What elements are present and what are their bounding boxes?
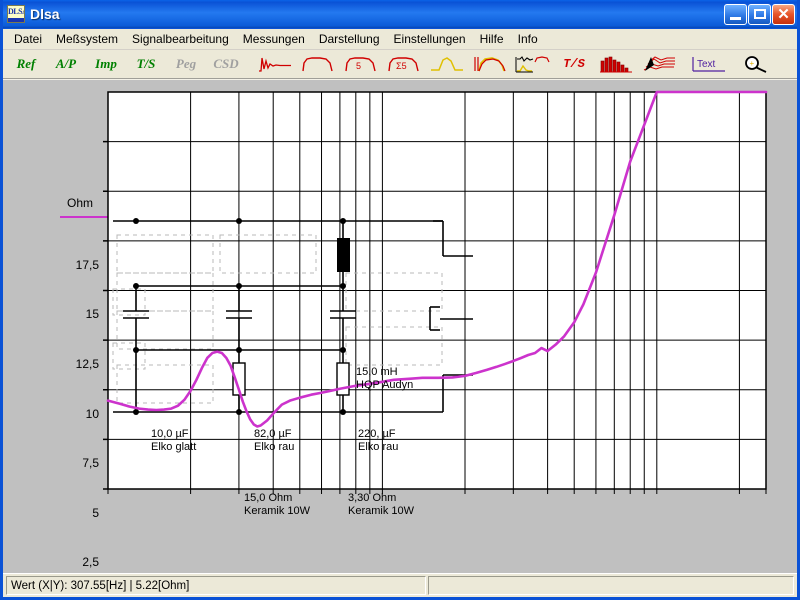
close-icon: ✕ bbox=[777, 5, 790, 23]
menu-messungen[interactable]: Messungen bbox=[236, 30, 312, 48]
csd-button-label: CSD bbox=[213, 56, 239, 71]
menu-bar: Datei Meßsystem Signalbearbeitung Messun… bbox=[3, 29, 797, 50]
dlsa-app-icon: DLSA bbox=[7, 5, 25, 23]
ref-button-label: Ref bbox=[16, 56, 36, 71]
svg-text:+: + bbox=[749, 59, 754, 68]
y-tick-label: 12,5 bbox=[75, 356, 99, 371]
ref-button[interactable]: Ref bbox=[7, 52, 45, 76]
y-tick-label: 15 bbox=[85, 307, 99, 322]
capacitor-c1-value: 10,0 µF bbox=[151, 428, 189, 440]
ap-button[interactable]: A/P bbox=[47, 52, 85, 76]
toolbar: Ref A/P Imp T/S Peg CSD 5 Σ5 T/S Text + bbox=[3, 50, 797, 80]
capacitor-c2-label: 82,0 µF Elko rau bbox=[254, 428, 294, 454]
capacitor-c2-type: Elko rau bbox=[254, 441, 295, 453]
status-bar: Wert (X|Y): 307.55[Hz] | 5.22[Ohm] bbox=[3, 573, 797, 597]
y-tick-label: 2,5 bbox=[82, 555, 99, 570]
ts-button-label: T/S bbox=[136, 56, 156, 71]
client-area: Datei Meßsystem Signalbearbeitung Messun… bbox=[3, 28, 797, 597]
y-tick-label: 5 bbox=[92, 505, 99, 520]
status-spare-field bbox=[428, 576, 794, 595]
graph-panel[interactable]: Impedanzfrequenzgang Amplitude Ohm [Hz] … bbox=[3, 80, 797, 573]
single-peak-icon[interactable] bbox=[426, 52, 467, 76]
overlay-response-icon[interactable] bbox=[469, 52, 510, 76]
capacitor-c1-type: Elko glatt bbox=[151, 441, 197, 453]
text-annotation-button[interactable]: Text bbox=[688, 52, 729, 76]
resistor-r1-label: 15,0 Ohm Keramik 10W bbox=[244, 492, 310, 518]
peg-button-label: Peg bbox=[175, 56, 197, 71]
close-button[interactable]: ✕ bbox=[772, 3, 795, 25]
svg-text:Text: Text bbox=[697, 59, 716, 70]
application-window: DLSA Dlsa ✕ Datei Meßsystem Signalbearbe… bbox=[0, 0, 800, 600]
capacitor-c3-type: Elko rau bbox=[358, 441, 399, 453]
inductor-l1-label: 15,0 mH HQP Audyn bbox=[356, 366, 413, 392]
peg-button[interactable]: Peg bbox=[167, 52, 205, 76]
capacitor-c1-label: 10,0 µF Elko glatt bbox=[151, 428, 196, 454]
plot-canvas[interactable] bbox=[3, 80, 797, 550]
menu-hilfe[interactable]: Hilfe bbox=[473, 30, 511, 48]
menu-einstellungen[interactable]: Einstellungen bbox=[387, 30, 473, 48]
capacitor-c2-value: 82,0 µF bbox=[254, 428, 292, 440]
resistor-r1-type: Keramik 10W bbox=[244, 505, 311, 517]
svg-text:5: 5 bbox=[356, 61, 361, 71]
y-tick-label: 7,5 bbox=[82, 456, 99, 471]
resistor-r2-label: 3,30 Ohm Keramik 10W bbox=[348, 492, 414, 518]
impulse-response-icon[interactable] bbox=[254, 52, 295, 76]
capacitor-c3-label: 220, µF Elko rau bbox=[358, 428, 398, 454]
menu-signalbearbeitung[interactable]: Signalbearbeitung bbox=[125, 30, 236, 48]
minimize-button[interactable] bbox=[724, 3, 747, 25]
resistor-r1-value: 15,0 Ohm bbox=[244, 492, 293, 504]
frequency-response-icon[interactable] bbox=[297, 52, 338, 76]
maximize-button[interactable] bbox=[748, 3, 771, 25]
inductor-l1-value: 15,0 mH bbox=[356, 366, 398, 378]
status-value-field: Wert (X|Y): 307.55[Hz] | 5.22[Ohm] bbox=[6, 576, 426, 595]
menu-darstellung[interactable]: Darstellung bbox=[312, 30, 387, 48]
title-bar: DLSA Dlsa ✕ bbox=[3, 0, 797, 28]
menu-info[interactable]: Info bbox=[511, 30, 545, 48]
smoothed-response-icon[interactable]: 5 bbox=[340, 52, 381, 76]
csd-button[interactable]: CSD bbox=[207, 52, 245, 76]
summed-response-icon[interactable]: Σ5 bbox=[383, 52, 424, 76]
menu-datei[interactable]: Datei bbox=[7, 30, 49, 48]
menu-messsystem[interactable]: Meßsystem bbox=[49, 30, 125, 48]
capacitor-c3-value: 220, µF bbox=[358, 428, 396, 440]
imp-button-label: Imp bbox=[95, 56, 117, 71]
resistor-r2-value: 3,30 Ohm bbox=[348, 492, 397, 504]
dual-curve-icon[interactable] bbox=[512, 52, 553, 76]
ts-button[interactable]: T/S bbox=[127, 52, 165, 76]
window-title: Dlsa bbox=[30, 6, 60, 22]
magnifier-icon[interactable]: + bbox=[738, 52, 779, 76]
waterfall-icon[interactable] bbox=[638, 52, 679, 76]
resistor-r2-type: Keramik 10W bbox=[348, 505, 415, 517]
ts-plot-button[interactable]: T/S bbox=[555, 52, 593, 76]
y-tick-label: 10 bbox=[85, 406, 99, 421]
svg-text:Σ5: Σ5 bbox=[396, 61, 407, 71]
inductor-l1-type: HQP Audyn bbox=[356, 379, 414, 391]
imp-button[interactable]: Imp bbox=[87, 52, 125, 76]
y-tick-label: 17,5 bbox=[75, 257, 99, 272]
ap-button-label: A/P bbox=[55, 56, 77, 71]
bar-chart-icon[interactable] bbox=[595, 52, 636, 76]
ts-plot-label: T/S bbox=[563, 57, 585, 71]
